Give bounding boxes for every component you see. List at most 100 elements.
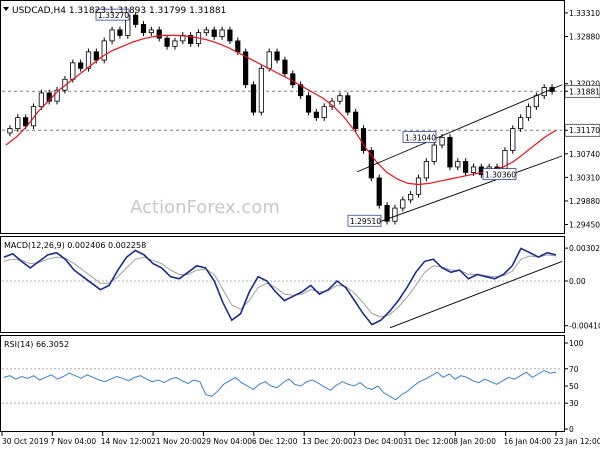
- x-tick-label: 7 Nov 04:00: [50, 437, 96, 446]
- candle: [415, 174, 422, 198]
- candle-body: [164, 37, 170, 47]
- candle-body: [290, 73, 296, 86]
- rsi-y-axis: 100 70 50 30 0: [564, 339, 584, 434]
- x-tick-label: 29 Nov 04:00: [201, 437, 252, 446]
- candle-body: [109, 29, 115, 42]
- candle-body: [415, 177, 422, 195]
- candle-body: [345, 95, 351, 113]
- rsi-tick-label: 70: [569, 365, 579, 374]
- rsi-tick-label: 0: [569, 425, 574, 434]
- candle-body: [282, 59, 288, 75]
- price-title: USDCAD,H4 1.31823 1.31893 1.31799 1.3188…: [12, 6, 226, 16]
- candle: [353, 108, 359, 132]
- candle-body: [235, 40, 241, 53]
- candle-body: [305, 95, 312, 113]
- candle-body: [101, 40, 107, 61]
- candle-body: [258, 67, 264, 113]
- candle-body: [172, 40, 178, 47]
- candle: [360, 125, 367, 154]
- candle-body: [250, 84, 257, 113]
- x-tick-label: 23 Jan 12:00: [554, 437, 600, 446]
- watermark: ActionForex.com: [130, 197, 280, 218]
- price-tick-label: 1.32880: [569, 33, 600, 42]
- price-annotation-label: 1.30360: [485, 171, 516, 180]
- candle: [243, 48, 249, 89]
- candle: [282, 56, 288, 78]
- price-tick-label: 1.29450: [569, 221, 600, 230]
- candle: [423, 158, 429, 182]
- candle-body: [376, 177, 382, 206]
- candle-body: [93, 51, 99, 61]
- candle: [510, 125, 516, 154]
- x-tick-label: 31 Dec 12:00: [403, 437, 454, 446]
- candle: [345, 92, 351, 116]
- candle-body: [156, 29, 162, 39]
- candle: [250, 81, 257, 116]
- price-symbol: USDCAD,H4: [12, 6, 66, 16]
- candle-body: [133, 14, 139, 25]
- candle: [305, 92, 312, 116]
- x-tick-label: 14 Nov 12:00: [101, 437, 152, 446]
- price-annotation-label: 1.31040: [405, 133, 436, 142]
- candle-body: [148, 29, 154, 34]
- price-tick-label: 1.33310: [569, 9, 600, 18]
- x-tick-label: 13 Dec 20:00: [302, 437, 353, 446]
- candle: [101, 37, 107, 64]
- x-axis: 30 Oct 2019 7 Nov 04:00 14 Nov 12:00 21 Nov…: [1, 432, 600, 446]
- rsi-title: RSI(14) 66.3052: [4, 340, 69, 349]
- price-y-axis: 1.333101.328801.320201.318811.311701.307…: [564, 9, 600, 230]
- candle-body: [227, 29, 233, 42]
- x-tick-label: 23 Dec 04:00: [353, 437, 404, 446]
- x-tick-label: 8 Jan 20:00: [453, 437, 496, 446]
- price-quote: 1.31823 1.31893 1.31799 1.31881: [69, 6, 226, 16]
- candle-body: [274, 51, 280, 61]
- candle-body: [313, 111, 319, 119]
- candle: [392, 204, 398, 225]
- candle-body: [439, 136, 445, 146]
- rsi-tick-label: 100: [569, 339, 584, 348]
- candle: [384, 202, 390, 225]
- candle: [431, 141, 437, 165]
- chart-svg: ActionForex.com 1.332701.310401.303601.2…: [0, 0, 600, 446]
- candle-body: [337, 95, 343, 102]
- candle-body: [78, 62, 84, 69]
- candle-body: [533, 95, 539, 108]
- x-tick-label: 21 Nov 20:00: [151, 437, 202, 446]
- candle-body: [455, 161, 461, 168]
- price-annotation-label: 1.29510: [350, 217, 381, 226]
- candle-body: [525, 106, 532, 119]
- candle-body: [203, 29, 209, 34]
- candle-body: [510, 128, 516, 151]
- candle-body: [117, 29, 123, 36]
- candle-body: [23, 117, 29, 127]
- candle-body: [321, 106, 327, 119]
- price-annotation: 1.29510: [347, 214, 382, 227]
- candle-body: [400, 199, 406, 209]
- candle-body: [211, 29, 217, 37]
- candle-body: [7, 128, 13, 134]
- price-tick-label: 1.31170: [569, 126, 600, 135]
- candle-body: [15, 117, 21, 129]
- rsi-tick-label: 50: [569, 382, 579, 391]
- candle-body: [423, 161, 429, 179]
- candle-body: [392, 207, 398, 222]
- macd-panel: [0, 236, 565, 333]
- macd-tick-label: -0.004103: [569, 322, 600, 331]
- rsi-tick-label: 30: [569, 399, 579, 408]
- candle-body: [447, 136, 453, 168]
- candle-body: [140, 24, 147, 34]
- candle-body: [266, 51, 272, 69]
- macd-y-axis: 0.003021 0.00 -0.004103: [564, 244, 600, 331]
- price-tick-label: 1.31881: [569, 87, 600, 96]
- candle-body: [219, 29, 225, 37]
- price-annotation: 1.31040: [402, 131, 437, 143]
- candle-body: [518, 117, 524, 129]
- candle-body: [70, 62, 76, 80]
- price-tick-label: 1.30310: [569, 173, 600, 182]
- candle: [447, 134, 453, 171]
- price-panel: [0, 0, 565, 234]
- x-tick-label: 30 Oct 2019: [2, 437, 49, 446]
- macd-tick-label: 0.00: [569, 277, 586, 286]
- chart-container: ActionForex.com 1.33270 1.31040 1.30360 1.2…: [0, 0, 600, 450]
- price-annotation: 1.30360: [482, 168, 517, 180]
